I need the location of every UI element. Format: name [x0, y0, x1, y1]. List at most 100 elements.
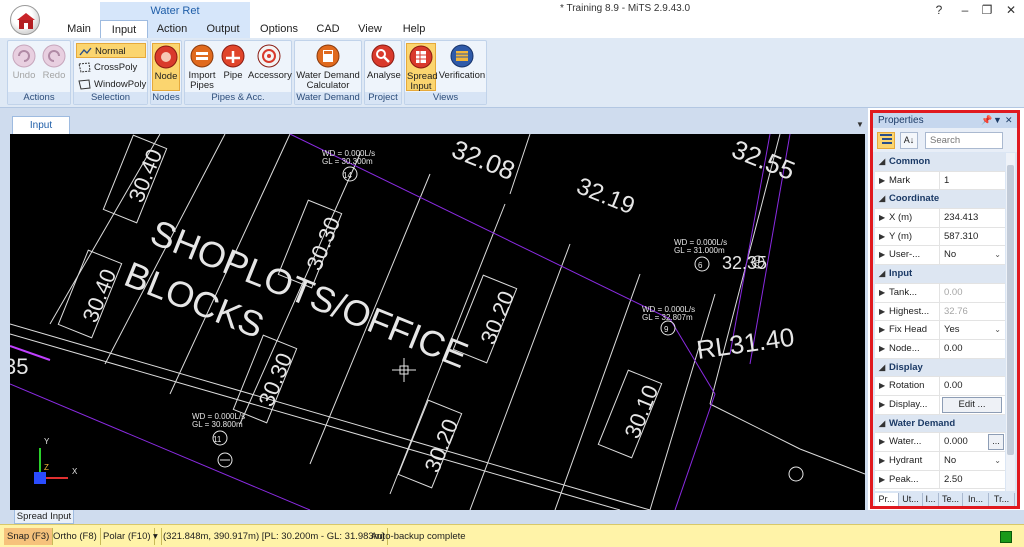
tab-spread-input[interactable]: Spread Input: [14, 510, 74, 524]
snap-toggle[interactable]: Snap (F3): [4, 528, 54, 545]
collapse-icon[interactable]: ◢: [879, 190, 885, 208]
collapse-icon[interactable]: ◢: [879, 153, 885, 171]
tab-help[interactable]: Help: [396, 20, 432, 38]
tab-properties[interactable]: Pr...: [875, 493, 899, 506]
node-button[interactable]: Node: [152, 43, 180, 91]
property-value[interactable]: 0.00: [939, 339, 1005, 358]
ortho-toggle[interactable]: Ortho (F8): [50, 528, 101, 545]
properties-search-input[interactable]: [925, 132, 1003, 149]
collapse-icon[interactable]: ◢: [879, 359, 885, 377]
minimize-button[interactable]: –: [956, 2, 974, 18]
accessory-symbol[interactable]: [217, 452, 233, 468]
undo-button[interactable]: Undo: [10, 43, 38, 81]
spread-input-button[interactable]: Spread Input: [406, 43, 438, 92]
expand-icon[interactable]: ▶: [879, 303, 885, 321]
category-coordinate[interactable]: ◢ Coordinate: [875, 190, 1005, 210]
expand-icon[interactable]: ▶: [879, 377, 885, 395]
chevron-down-icon[interactable]: ⌄: [994, 452, 1001, 470]
property-dropdown[interactable]: No ⌄: [939, 452, 1005, 470]
close-button[interactable]: ✕: [1002, 2, 1020, 18]
water-demand-calculator-button[interactable]: Water Demand Calculator: [296, 43, 360, 91]
property-row[interactable]: ▶ Node... 0.00: [875, 339, 1005, 359]
category-water-demand[interactable]: ◢ Water Demand: [875, 414, 1005, 434]
node-14[interactable]: 14 WD = 0.000L/s GL = 30.300m: [322, 149, 375, 182]
help-icon[interactable]: ?: [930, 2, 948, 18]
document-tabs-dropdown-icon[interactable]: ▼: [856, 120, 864, 129]
property-value[interactable]: 0.00: [939, 377, 1005, 396]
property-row[interactable]: ▶ Hydrant No ⌄: [875, 452, 1005, 471]
expand-icon[interactable]: ▶: [879, 452, 885, 470]
select-windowpoly-button[interactable]: WindowPoly: [76, 77, 146, 92]
analyse-button[interactable]: Analyse: [367, 43, 401, 81]
import-pipes-button[interactable]: Import Pipes: [187, 43, 217, 91]
tab-action[interactable]: Action: [148, 20, 196, 38]
tab-in[interactable]: In...: [963, 493, 989, 506]
collapse-icon[interactable]: ◢: [879, 415, 885, 433]
cad-canvas[interactable]: 32.08 32.55 32.19 RL31.40 35 SHOPLOTS/OF…: [10, 134, 865, 510]
app-menu-button[interactable]: [10, 5, 40, 35]
panel-menu-icon[interactable]: ▼: [993, 113, 1002, 128]
property-row[interactable]: ▶ Y (m) 587.310: [875, 227, 1005, 247]
accessory-button[interactable]: Accessory: [248, 43, 292, 81]
scrollbar-thumb[interactable]: [1007, 165, 1014, 455]
category-input[interactable]: ◢ Input: [875, 265, 1005, 284]
property-dropdown[interactable]: No ⌄: [939, 246, 1005, 265]
property-value[interactable]: 587.310: [939, 227, 1005, 246]
restore-button[interactable]: ❐: [978, 2, 996, 18]
collapse-icon[interactable]: ◢: [879, 265, 885, 283]
categorized-view-button[interactable]: [877, 132, 895, 149]
property-row[interactable]: ▶ User-... No ⌄: [875, 246, 1005, 266]
verification-button[interactable]: Verification: [438, 43, 486, 81]
select-normal-button[interactable]: Normal: [76, 43, 146, 58]
select-crosspoly-button[interactable]: CrossPoly: [76, 60, 146, 75]
node-11[interactable]: 11 WD = 0.000L/s GL = 30.800m: [192, 412, 245, 446]
redo-button[interactable]: Redo: [40, 43, 68, 81]
tab-cad[interactable]: CAD: [310, 20, 346, 38]
expand-icon[interactable]: ▶: [879, 471, 885, 489]
property-row[interactable]: ▶ Fix Head Yes ⌄: [875, 321, 1005, 340]
property-value[interactable]: 1: [939, 171, 1005, 190]
expand-icon[interactable]: ▶: [879, 340, 885, 358]
expand-icon[interactable]: ▶: [879, 284, 885, 302]
pin-icon[interactable]: 📌: [981, 113, 992, 128]
alphabetical-view-button[interactable]: A↓: [900, 132, 918, 149]
expand-icon[interactable]: ▶: [879, 209, 885, 227]
property-row[interactable]: ▶ Rotation 0.00: [875, 377, 1005, 396]
expand-icon[interactable]: ▶: [879, 396, 885, 414]
tab-main[interactable]: Main: [58, 20, 100, 38]
properties-scrollbar[interactable]: [1006, 153, 1015, 491]
tab-te[interactable]: Te...: [939, 493, 963, 506]
property-row[interactable]: ▶ Highest... 32.76: [875, 302, 1005, 322]
category-display[interactable]: ◢ Display: [875, 358, 1005, 378]
property-row[interactable]: ▶ Display... Edit ...: [875, 395, 1005, 415]
property-dropdown[interactable]: Yes ⌄: [939, 321, 1005, 340]
property-value[interactable]: 2.50: [939, 470, 1005, 489]
expand-icon[interactable]: ▶: [879, 321, 885, 339]
property-row[interactable]: ▶ Mark 1: [875, 171, 1005, 191]
expand-icon[interactable]: ▶: [879, 228, 885, 246]
chevron-down-icon[interactable]: ⌄: [994, 246, 1001, 264]
expand-icon[interactable]: ▶: [879, 433, 885, 451]
chevron-down-icon[interactable]: ⌄: [994, 321, 1001, 339]
tab-i[interactable]: I...: [923, 493, 939, 506]
expand-icon[interactable]: ▶: [879, 172, 885, 190]
edit-button[interactable]: Edit ...: [942, 396, 1002, 413]
polar-toggle[interactable]: Polar (F10): [100, 528, 155, 545]
node-9[interactable]: 9 WD = 0.000L/s GL = 32.807m: [642, 305, 695, 336]
document-tab-input[interactable]: Input: [12, 116, 70, 134]
property-row[interactable]: ▶ Peak... 2.50: [875, 470, 1005, 490]
tab-options[interactable]: Options: [254, 20, 304, 38]
ellipsis-button[interactable]: ...: [988, 434, 1004, 451]
property-row[interactable]: ▶ Tank... 0.00: [875, 283, 1005, 303]
cad-drawing[interactable]: 32.08 32.55 32.19 RL31.40 35 SHOPLOTS/OF…: [10, 134, 865, 510]
panel-close-icon[interactable]: ✕: [1005, 113, 1013, 128]
property-row[interactable]: ▶ Water... 0.000...: [875, 433, 1005, 452]
node-6[interactable]: 6 WD = 0.000L/s GL = 31.000m 32.35 6: [674, 238, 767, 273]
pipe-button[interactable]: Pipe: [220, 43, 246, 81]
tab-utilities[interactable]: Ut...: [899, 493, 923, 506]
tab-input[interactable]: Input: [100, 20, 148, 39]
property-value[interactable]: 234.413: [939, 209, 1005, 228]
expand-icon[interactable]: ▶: [879, 246, 885, 264]
hydrant-symbol[interactable]: [788, 466, 804, 482]
property-row[interactable]: ▶ X (m) 234.413: [875, 209, 1005, 228]
